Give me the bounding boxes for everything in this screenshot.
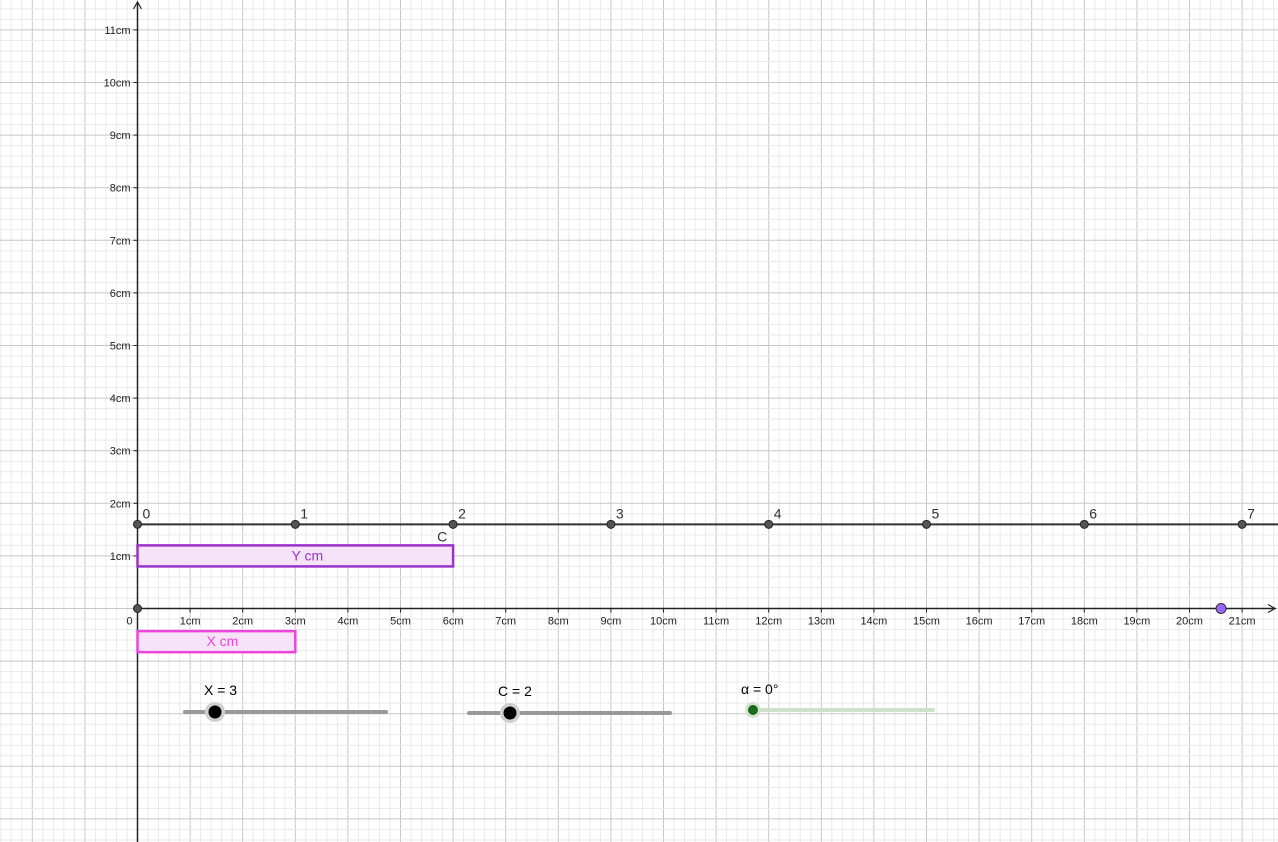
y-tick-label: 8cm	[110, 183, 131, 195]
y-tick-label: 5cm	[110, 341, 131, 353]
x-tick-label: 8cm	[548, 616, 569, 628]
slider-alpha-label: α = 0°	[741, 681, 778, 697]
x-tick-label: 13cm	[808, 616, 835, 628]
y-tick-label: 4cm	[110, 393, 131, 405]
y-tick-label: 1cm	[110, 551, 131, 563]
slider-alpha-handle[interactable]	[748, 705, 758, 715]
slider-x-label: X = 3	[204, 682, 237, 698]
slider-alpha[interactable]: α = 0°	[741, 681, 935, 718]
number-line-label: 4	[774, 505, 782, 521]
y-tick-label: 3cm	[110, 446, 131, 458]
number-line-label: 7	[1247, 505, 1255, 521]
x-tick-label: 11cm	[703, 616, 729, 628]
y-tick-label: 2cm	[110, 498, 131, 510]
number-line-label: 2	[458, 505, 466, 521]
y-tick-label: 9cm	[110, 130, 131, 142]
number-line-label: 6	[1089, 505, 1097, 521]
number-line-label: 1	[300, 505, 308, 521]
graphics-view[interactable]: 0 1cm 2cm 3cm 4cm 5cm 6cm 7cm 8cm 9cm 10cm 11cm 12cm…	[0, 0, 1278, 842]
x-tick-label: 0	[127, 616, 133, 628]
number-line-point[interactable]	[133, 519, 142, 529]
x-tick-label: 1cm	[180, 616, 201, 628]
x-tick-label: 20cm	[1176, 616, 1203, 628]
y-length-box-label: Y cm	[291, 547, 323, 563]
x-tick-label: 6cm	[443, 616, 464, 628]
number-line-point[interactable]	[606, 519, 616, 529]
point-c-label: C	[437, 528, 447, 544]
number-line-point[interactable]	[922, 519, 931, 529]
number-line-point[interactable]	[1237, 519, 1247, 529]
x-tick-label: 16cm	[966, 616, 993, 628]
x-tick-label: 12cm	[755, 616, 782, 628]
y-tick-label: 7cm	[110, 235, 131, 247]
x-tick-label: 7cm	[495, 616, 516, 628]
number-line-point[interactable]	[448, 519, 458, 529]
x-tick-label: 2cm	[232, 616, 253, 628]
x-length-box-label: X cm	[206, 633, 238, 649]
slider-c-label: C = 2	[498, 683, 532, 699]
movable-point[interactable]	[1215, 603, 1227, 614]
x-tick-label: 14cm	[860, 616, 887, 628]
slider-x[interactable]: X = 3	[183, 682, 388, 722]
y-tick-label: 11cm	[104, 25, 130, 37]
number-line-point[interactable]	[1079, 519, 1089, 529]
number-line-label: 0	[143, 505, 151, 521]
number-line-label: 3	[616, 505, 624, 521]
x-tick-label: 9cm	[601, 616, 622, 628]
number-line-point[interactable]	[764, 519, 774, 529]
x-tick-label: 3cm	[285, 616, 306, 628]
number-line-label: 5	[932, 505, 940, 521]
x-tick-label: 21cm	[1229, 616, 1256, 628]
x-tick-label: 4cm	[338, 616, 359, 628]
x-tick-label: 18cm	[1071, 616, 1098, 628]
y-tick-label: 10cm	[104, 78, 131, 90]
origin-point	[133, 604, 142, 613]
x-tick-label: 10cm	[650, 616, 677, 628]
x-tick-label: 19cm	[1123, 616, 1150, 628]
grid	[0, 0, 1278, 842]
x-tick-label: 17cm	[1018, 616, 1045, 628]
y-tick-label: 6cm	[110, 288, 131, 300]
number-line-point[interactable]	[290, 519, 300, 529]
coordinate-axes: 0 1cm 2cm 3cm 4cm 5cm 6cm 7cm 8cm 9cm 10cm 11cm 12cm…	[104, 0, 1277, 842]
x-tick-label: 15cm	[913, 616, 940, 628]
slider-c-handle[interactable]	[503, 706, 517, 720]
slider-x-handle[interactable]	[208, 705, 222, 719]
x-tick-label: 5cm	[390, 616, 411, 628]
